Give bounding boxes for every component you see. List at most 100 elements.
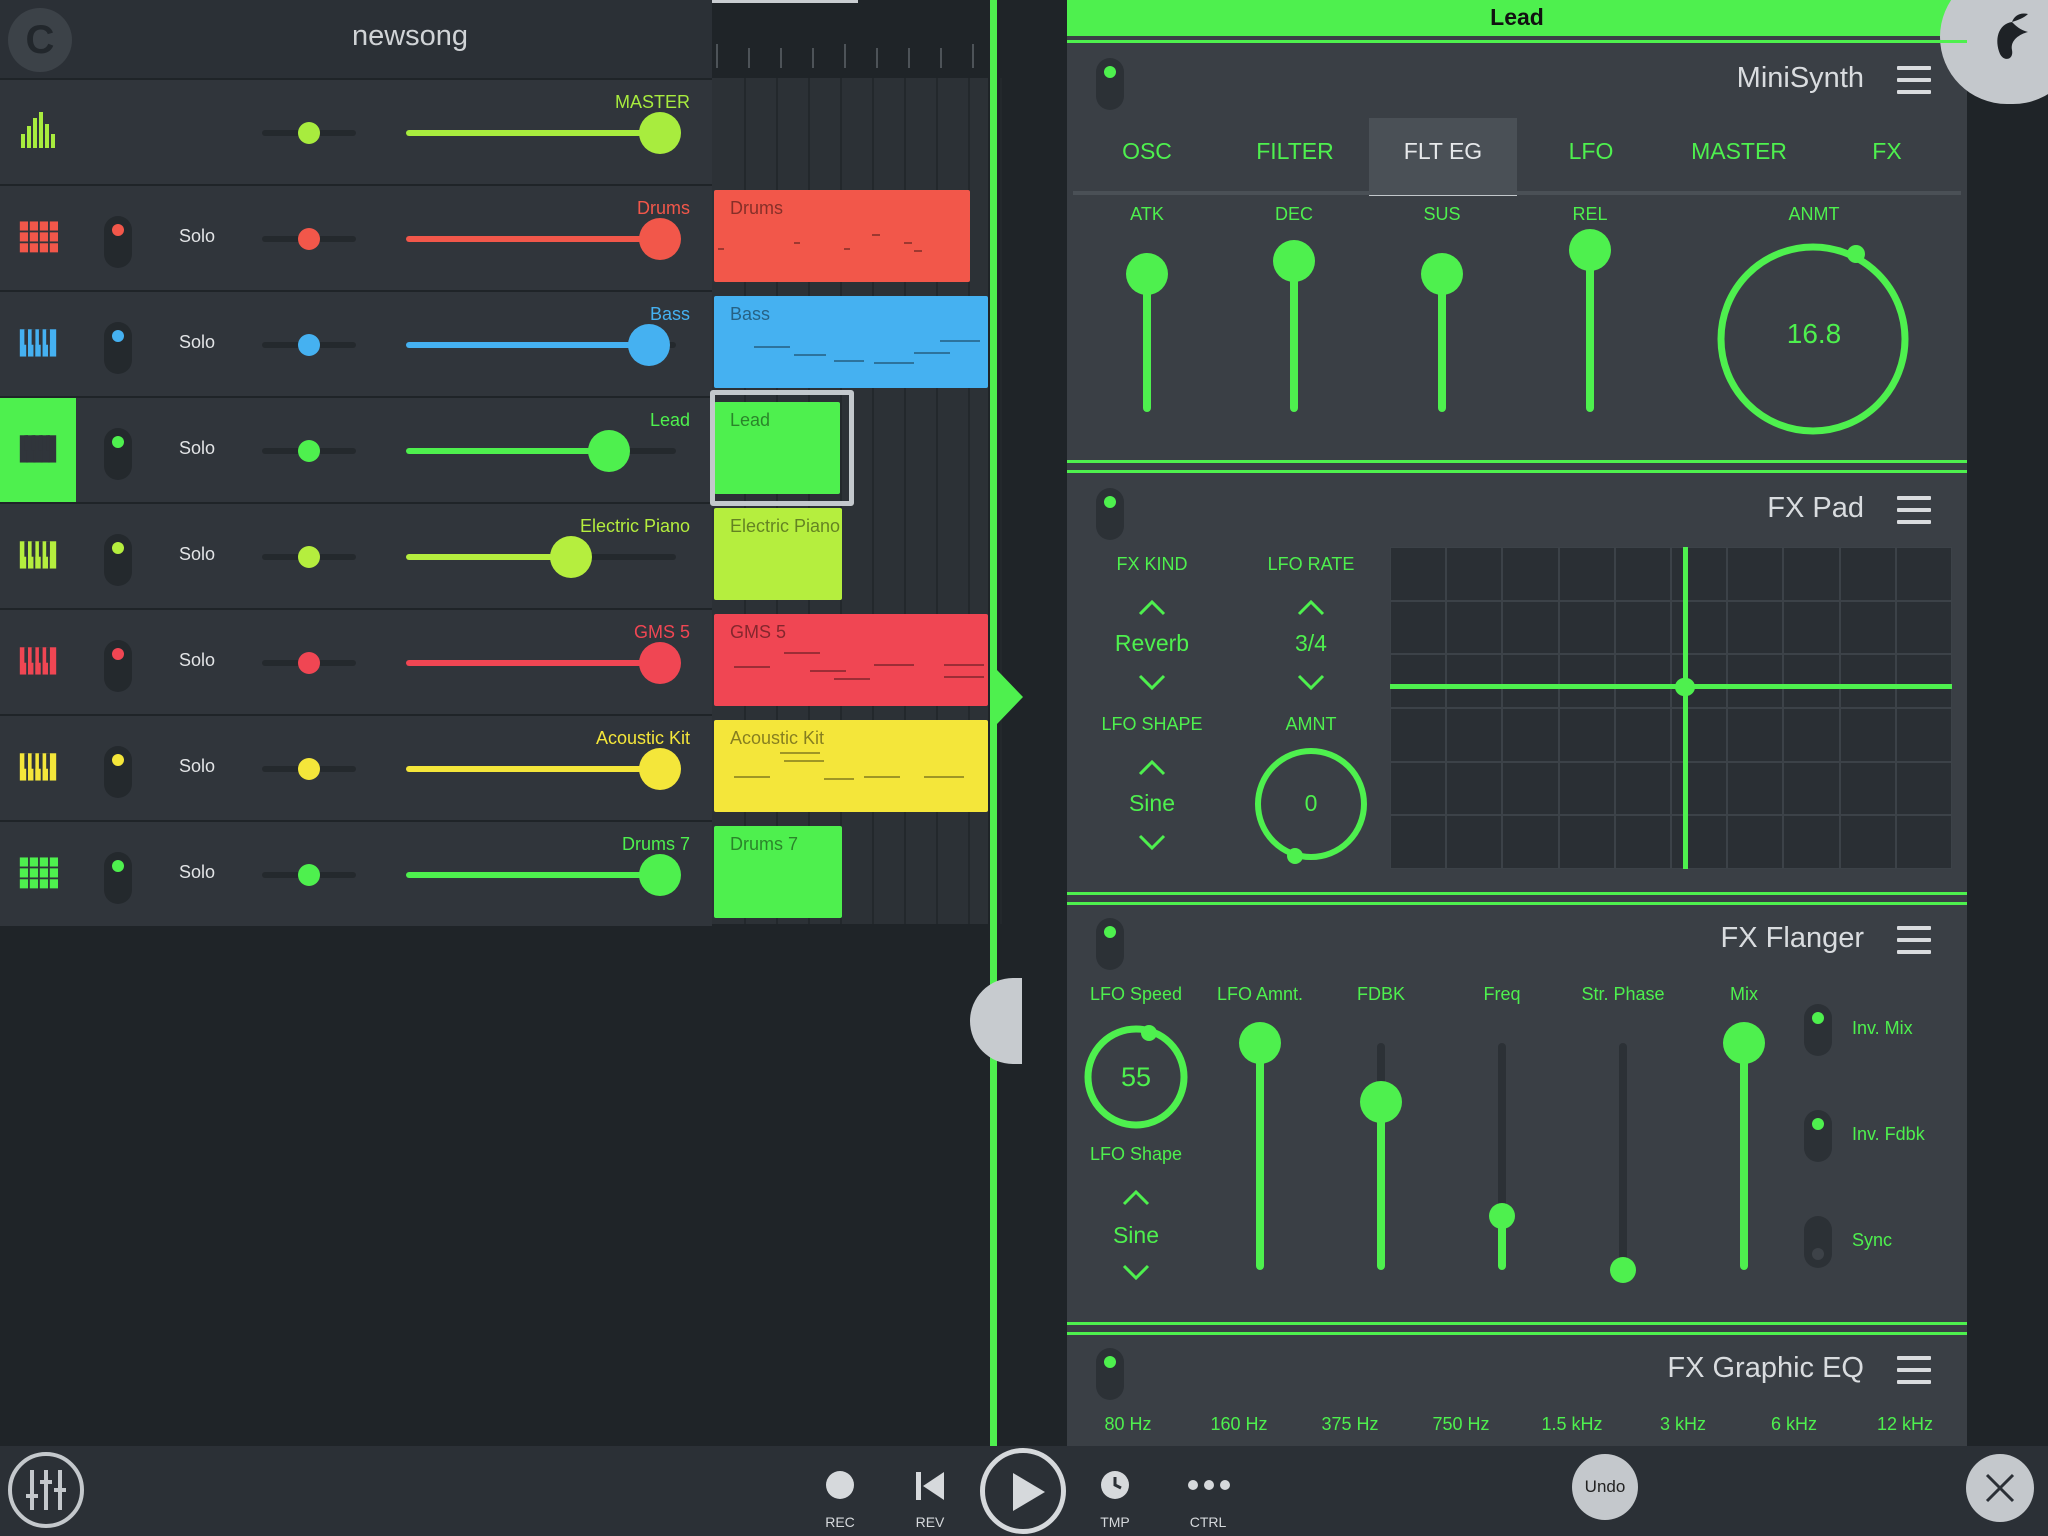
chevron-down-icon[interactable] [1121, 1262, 1151, 1282]
mute-toggle[interactable] [104, 640, 132, 692]
volume-knob[interactable] [628, 324, 670, 366]
eg-slider-fill[interactable] [1586, 250, 1594, 412]
volume-knob[interactable] [639, 642, 681, 684]
chevron-up-icon[interactable] [1121, 1188, 1151, 1208]
volume-knob[interactable] [639, 112, 681, 154]
solo-button[interactable]: Solo [172, 756, 222, 777]
mute-toggle[interactable] [104, 534, 132, 586]
track-instrument-button[interactable] [0, 610, 76, 714]
solo-button[interactable]: Solo [172, 226, 222, 247]
track-row[interactable]: Solo Lead [0, 398, 712, 502]
xy-pad[interactable] [1390, 547, 1952, 869]
track-instrument-button[interactable] [0, 504, 76, 608]
hamburger-menu-icon[interactable] [1897, 1356, 1931, 1384]
pan-knob[interactable] [298, 546, 320, 568]
track-instrument-button[interactable] [0, 822, 76, 926]
track-instrument-button[interactable] [0, 398, 76, 502]
panel-divider[interactable] [990, 0, 997, 1446]
pan-knob[interactable] [298, 122, 320, 144]
track-instrument-button[interactable] [0, 716, 76, 820]
pattern-clip[interactable]: Drums [714, 190, 970, 282]
song-title[interactable]: newsong [270, 20, 550, 53]
pattern-clip[interactable]: Drums 7 [714, 826, 842, 918]
solo-button[interactable]: Solo [172, 862, 222, 883]
pan-knob[interactable] [298, 334, 320, 356]
chevron-up-icon[interactable] [1137, 598, 1167, 618]
pan-knob[interactable] [298, 228, 320, 250]
flanger-slider-knob[interactable] [1610, 1257, 1636, 1283]
flanger-slider-knob[interactable] [1360, 1081, 1402, 1123]
track-row[interactable]: Solo Electric Piano [0, 504, 712, 608]
solo-button[interactable]: Solo [172, 544, 222, 565]
pan-knob[interactable] [298, 440, 320, 462]
volume-knob[interactable] [639, 854, 681, 896]
timeline-ruler[interactable] [712, 0, 988, 78]
tab-filter[interactable]: FILTER [1221, 118, 1369, 196]
loop-marker[interactable] [712, 0, 858, 3]
chevron-down-icon[interactable] [1137, 672, 1167, 692]
eq-band-label[interactable]: 6 kHz [1744, 1414, 1844, 1435]
hamburger-menu-icon[interactable] [1897, 496, 1931, 524]
volume-slider-track[interactable] [406, 872, 676, 878]
fxpad-power-toggle[interactable] [1096, 488, 1124, 540]
tab-fx[interactable]: FX [1813, 118, 1961, 196]
eg-slider-knob[interactable] [1569, 229, 1611, 271]
volume-slider-track[interactable] [406, 448, 676, 454]
chevron-up-icon[interactable] [1137, 758, 1167, 778]
volume-knob[interactable] [639, 748, 681, 790]
volume-slider-track[interactable] [406, 766, 676, 772]
track-row[interactable]: MASTER [0, 80, 712, 184]
eg-slider-knob[interactable] [1273, 240, 1315, 282]
volume-knob[interactable] [639, 218, 681, 260]
eq-band-label[interactable]: 160 Hz [1189, 1414, 1289, 1435]
track-row[interactable]: Solo Drums [0, 186, 712, 290]
flanger-slider-knob[interactable] [1489, 1203, 1515, 1229]
track-row[interactable]: Solo Drums 7 [0, 822, 712, 926]
eg-slider-fill[interactable] [1290, 261, 1298, 412]
tab-master[interactable]: MASTER [1665, 118, 1813, 196]
pan-knob[interactable] [298, 864, 320, 886]
hamburger-menu-icon[interactable] [1897, 926, 1931, 954]
chevron-down-icon[interactable] [1137, 832, 1167, 852]
flanger-toggle[interactable] [1804, 1216, 1832, 1268]
xy-pad-cursor[interactable] [1675, 678, 1695, 696]
mute-toggle[interactable] [104, 322, 132, 374]
volume-slider-track[interactable] [406, 130, 676, 136]
pattern-clip[interactable]: Electric Piano [714, 508, 842, 600]
mixer-button[interactable] [8, 1452, 84, 1528]
volume-slider-track[interactable] [406, 660, 676, 666]
undo-button[interactable]: Undo [1572, 1454, 1638, 1520]
tab-lfo[interactable]: LFO [1517, 118, 1665, 196]
close-button[interactable] [1966, 1454, 2034, 1522]
eq-band-label[interactable]: 3 kHz [1633, 1414, 1733, 1435]
flanger-slider-knob[interactable] [1723, 1022, 1765, 1064]
track-instrument-button[interactable] [0, 292, 76, 396]
tab-flt-eg[interactable]: FLT EG [1369, 118, 1517, 196]
pattern-clip[interactable]: GMS 5 [714, 614, 988, 706]
eq-band-label[interactable]: 12 kHz [1855, 1414, 1955, 1435]
mute-toggle[interactable] [104, 852, 132, 904]
track-row[interactable]: Solo Bass [0, 292, 712, 396]
mute-toggle[interactable] [104, 216, 132, 268]
eq-band-label[interactable]: 750 Hz [1411, 1414, 1511, 1435]
flanger-slider-knob[interactable] [1239, 1022, 1281, 1064]
track-instrument-button[interactable] [0, 186, 76, 290]
track-row[interactable]: Solo Acoustic Kit [0, 716, 712, 820]
flanger-toggle[interactable] [1804, 1004, 1832, 1056]
minisynth-power-toggle[interactable] [1096, 58, 1124, 110]
solo-button[interactable]: Solo [172, 438, 222, 459]
volume-knob[interactable] [550, 536, 592, 578]
mute-toggle[interactable] [104, 428, 132, 480]
ctrl-button[interactable]: CTRL [1178, 1470, 1238, 1536]
hamburger-menu-icon[interactable] [1897, 66, 1931, 94]
pan-knob[interactable] [298, 652, 320, 674]
flanger-power-toggle[interactable] [1096, 918, 1124, 970]
rev-button[interactable]: REV [900, 1470, 960, 1536]
tempo-button[interactable]: TMP [1085, 1470, 1145, 1536]
track-instrument-button[interactable] [0, 80, 76, 184]
flanger-slider-track[interactable] [1619, 1043, 1627, 1270]
play-button[interactable] [980, 1448, 1066, 1534]
track-row[interactable]: Solo GMS 5 [0, 610, 712, 714]
solo-button[interactable]: Solo [172, 650, 222, 671]
eq-band-label[interactable]: 80 Hz [1078, 1414, 1178, 1435]
